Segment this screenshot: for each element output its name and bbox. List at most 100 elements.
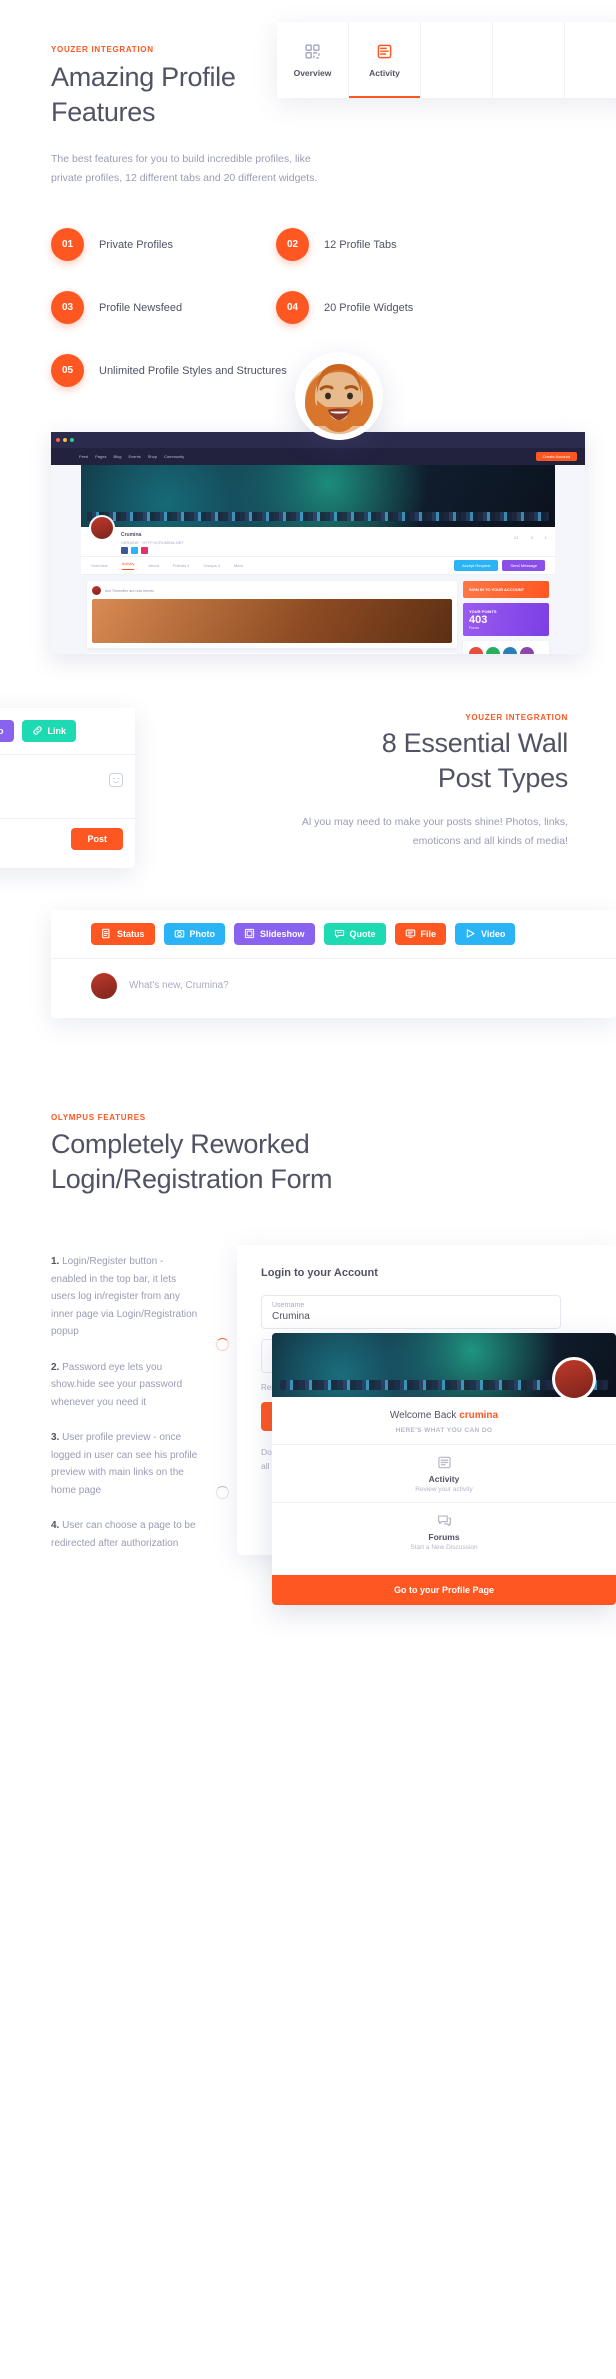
mock-feed: and Thewolfex are now friends shared a l…	[87, 581, 457, 654]
mock-tab[interactable]: About	[148, 563, 158, 568]
login-feature-number: 1.	[51, 1256, 60, 1267]
section2-eyebrow: YOUZER INTEGRATION	[465, 713, 568, 722]
section2-title-line1: 8 Essential Wall	[381, 728, 569, 758]
mock-tab[interactable]: Friends 4	[173, 563, 190, 568]
post-panel-footer: Post	[0, 818, 135, 858]
bearded-avatar-icon	[295, 352, 383, 440]
link-post-button[interactable]: Link	[21, 720, 77, 742]
section3-title-line1: Completely Reworked	[51, 1129, 310, 1159]
camera-icon	[174, 928, 185, 941]
mock-tab-active[interactable]: Activity	[121, 561, 135, 570]
username-field[interactable]: Username Crumina	[261, 1295, 561, 1329]
video-post-label: Video	[481, 929, 506, 939]
mock-tab[interactable]: Overview	[91, 563, 108, 568]
post-panel-textarea[interactable]	[0, 754, 135, 818]
tab-placeholder-c[interactable]	[565, 22, 616, 98]
landing-page: Overview Activity YOUZER INTEGRATION Ama…	[0, 0, 616, 2379]
section1-title-line1: Amazing Profile	[51, 62, 236, 92]
section-amazing-profile-features: Overview Activity YOUZER INTEGRATION Ama…	[0, 0, 616, 660]
mock-widget-kicker: SIGN IN TO YOUR ACCOUNT	[469, 587, 525, 592]
slideshow-post-label: Slideshow	[260, 929, 305, 939]
login-feature-item: 1. Login/Register button - enabled in th…	[51, 1253, 201, 1341]
mock-friend-avatar[interactable]	[520, 647, 534, 654]
section3-title: Completely Reworked Login/Registration F…	[51, 1127, 451, 1196]
tab-placeholder-a[interactable]	[421, 22, 493, 98]
forums-icon	[437, 1514, 452, 1527]
preview-welcome-prefix: Welcome Back	[389, 1410, 457, 1421]
link-icon	[32, 725, 43, 738]
composer-input-row[interactable]: What's new, Crumina?	[51, 958, 616, 1012]
section1-eyebrow: YOUZER INTEGRATION	[51, 45, 154, 54]
mock-nav-item[interactable]: Feed	[79, 454, 88, 459]
login-feature-item: 3. User profile preview - once logged in…	[51, 1429, 201, 1499]
preview-link-forums[interactable]: Forums Start a New Discussion	[272, 1502, 616, 1560]
tab-activity[interactable]: Activity	[349, 22, 421, 98]
mock-nav-item[interactable]: Pages	[95, 454, 106, 459]
mock-stat: 3	[530, 535, 533, 540]
mock-stats: 21 3 1	[514, 535, 547, 540]
feature-row-2: 03 Profile Newsfeed 04 20 Profile Widget…	[51, 291, 581, 324]
go-to-profile-button[interactable]: Go to your Profile Page	[272, 1575, 616, 1605]
mock-accept-request-button[interactable]: Accept Request	[454, 560, 499, 571]
preview-link-activity[interactable]: Activity Review your activity	[272, 1444, 616, 1502]
status-post-button[interactable]: Status	[91, 923, 155, 945]
section1-title-line2: Features	[51, 96, 156, 127]
mock-friend-avatar[interactable]	[469, 647, 483, 654]
mock-friend-avatar[interactable]	[486, 647, 500, 654]
mock-friend-avatar[interactable]	[503, 647, 517, 654]
feature-item-01: 01 Private Profiles	[51, 228, 276, 261]
mock-nav-item[interactable]: Events	[128, 454, 140, 459]
feature-item-04: 04 20 Profile Widgets	[276, 291, 501, 324]
play-icon	[465, 928, 476, 941]
link-post-label: Link	[47, 726, 67, 736]
section2-title-line2: Post Types	[437, 762, 568, 793]
profile-tabs-card: Overview Activity	[277, 22, 616, 98]
mock-profile-actions: Accept Request Send Message	[454, 560, 555, 571]
facebook-icon[interactable]	[121, 547, 128, 554]
username-label: Username	[272, 1302, 305, 1309]
quote-post-button[interactable]: Quote	[323, 923, 386, 945]
mock-cover-strip	[87, 512, 549, 521]
feature-badge: 03	[51, 291, 84, 324]
emoji-icon[interactable]	[109, 773, 123, 787]
file-post-button[interactable]: File	[394, 923, 447, 945]
avatar	[295, 352, 383, 440]
minimize-dot-icon	[63, 438, 67, 442]
mock-widget-friends	[463, 641, 549, 654]
feature-badge: 04	[276, 291, 309, 324]
login-feature-text: User can choose a page to be redirected …	[51, 1520, 196, 1549]
section1-title: Amazing Profile Features	[51, 60, 311, 129]
post-type-buttons: Status Photo Slideshow Quote File Video	[51, 910, 616, 958]
mock-profile-bar: Crumina UKRAINE · HTTP://CRUMINA.NET 21 …	[81, 515, 555, 557]
mock-nav-item[interactable]: Shop	[148, 454, 157, 459]
feature-item-03: 03 Profile Newsfeed	[51, 291, 276, 324]
slideshow-post-button[interactable]: Slideshow	[234, 923, 315, 945]
mock-send-message-button[interactable]: Send Message	[502, 560, 545, 571]
mock-feed-item: and Thewolfex are now friends	[87, 581, 457, 648]
mock-tab[interactable]: Groups 4	[203, 563, 219, 568]
photo-post-button[interactable]: Photo	[163, 923, 226, 945]
slideshow-icon	[244, 928, 255, 941]
mock-widget-points: YOUR POINTS 403 Points	[463, 603, 549, 636]
twitter-icon[interactable]	[131, 547, 138, 554]
profile-screenshot-mock: Feed Pages Blog Events Shop Community Cr…	[51, 432, 585, 654]
mock-nav-item[interactable]: Community	[164, 454, 184, 459]
preview-welcome: Welcome Back crumina	[272, 1397, 616, 1427]
login-feature-item: 4. User can choose a page to be redirect…	[51, 1517, 201, 1552]
mock-nav-item[interactable]: Blog	[113, 454, 121, 459]
mock-stat: 1	[544, 535, 547, 540]
instagram-icon[interactable]	[141, 547, 148, 554]
mock-create-account-button[interactable]: Create Account	[535, 452, 577, 461]
mock-profile-name: Crumina	[121, 532, 142, 538]
status-doc-icon	[101, 928, 112, 941]
video-post-button[interactable]: Video	[455, 923, 516, 945]
profile-preview-card: Welcome Back crumina HERE'S WHAT YOU CAN…	[272, 1333, 616, 1605]
audio-post-button[interactable]: Audio	[0, 720, 14, 742]
section2-title: 8 Essential Wall Post Types	[238, 726, 569, 795]
mock-tab[interactable]: More	[234, 563, 243, 568]
mock-widget-signin: SIGN IN TO YOUR ACCOUNT	[463, 581, 549, 598]
mock-feed-image	[92, 599, 452, 643]
post-button[interactable]: Post	[71, 827, 123, 850]
mock-cover-photo	[81, 465, 555, 527]
tab-placeholder-b[interactable]	[493, 22, 565, 98]
